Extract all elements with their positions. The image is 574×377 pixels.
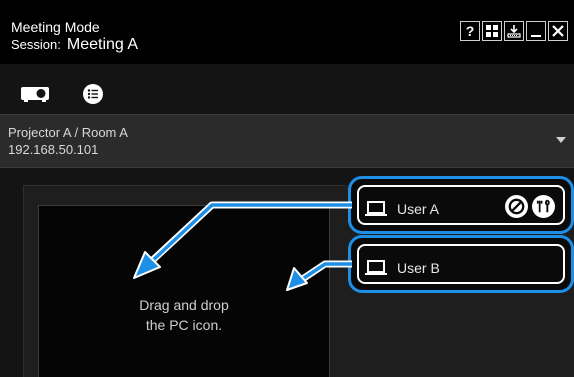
- user-label: User B: [397, 260, 440, 276]
- session-label: Session:: [11, 37, 61, 52]
- user-label: User A: [397, 201, 440, 217]
- drop-zone[interactable]: [38, 205, 330, 377]
- projector-icon[interactable]: [21, 85, 49, 102]
- tools-icon[interactable]: [532, 195, 555, 218]
- minimize-button[interactable]: [526, 21, 546, 41]
- layout-button[interactable]: [482, 21, 502, 41]
- close-icon: [552, 25, 564, 37]
- layout-grid-icon: [486, 25, 498, 37]
- user-item-frame: User B: [357, 244, 565, 284]
- session-name: Meeting A: [66, 36, 139, 53]
- help-button[interactable]: ?: [460, 21, 480, 41]
- drop-zone-instructions: Drag and drop the PC icon.: [38, 295, 330, 335]
- user-item-user-b[interactable]: User B: [348, 235, 574, 293]
- device-select-dropdown[interactable]: Projector A / Room A 192.168.50.101: [0, 114, 574, 168]
- download-icon: [507, 25, 521, 38]
- window-controls: ?: [460, 21, 568, 41]
- drop-zone-text-line1: Drag and drop: [139, 297, 229, 313]
- block-icon[interactable]: [505, 195, 528, 218]
- user-item-frame: User A: [357, 185, 565, 225]
- session-line: Session: Meeting A: [11, 37, 138, 53]
- device-name: Projector A / Room A: [8, 125, 128, 140]
- laptop-icon[interactable]: [365, 260, 387, 276]
- user-actions: [505, 195, 555, 218]
- close-button[interactable]: [548, 21, 568, 41]
- device-ip-address: 192.168.50.101: [8, 142, 99, 157]
- meeting-mode-window: Meeting Mode Session: Meeting A ? Projec…: [0, 0, 574, 377]
- drop-zone-text-line2: the PC icon.: [145, 317, 223, 333]
- minimize-icon: [531, 35, 541, 37]
- window-title: Meeting Mode: [11, 19, 100, 35]
- user-item-user-a[interactable]: User A: [348, 176, 574, 234]
- download-button[interactable]: [504, 21, 524, 41]
- help-icon: ?: [465, 23, 475, 39]
- chevron-down-icon: [556, 137, 566, 143]
- list-icon[interactable]: [83, 84, 103, 104]
- title-bar: Meeting Mode Session: Meeting A ?: [0, 0, 574, 64]
- laptop-icon[interactable]: [365, 201, 387, 217]
